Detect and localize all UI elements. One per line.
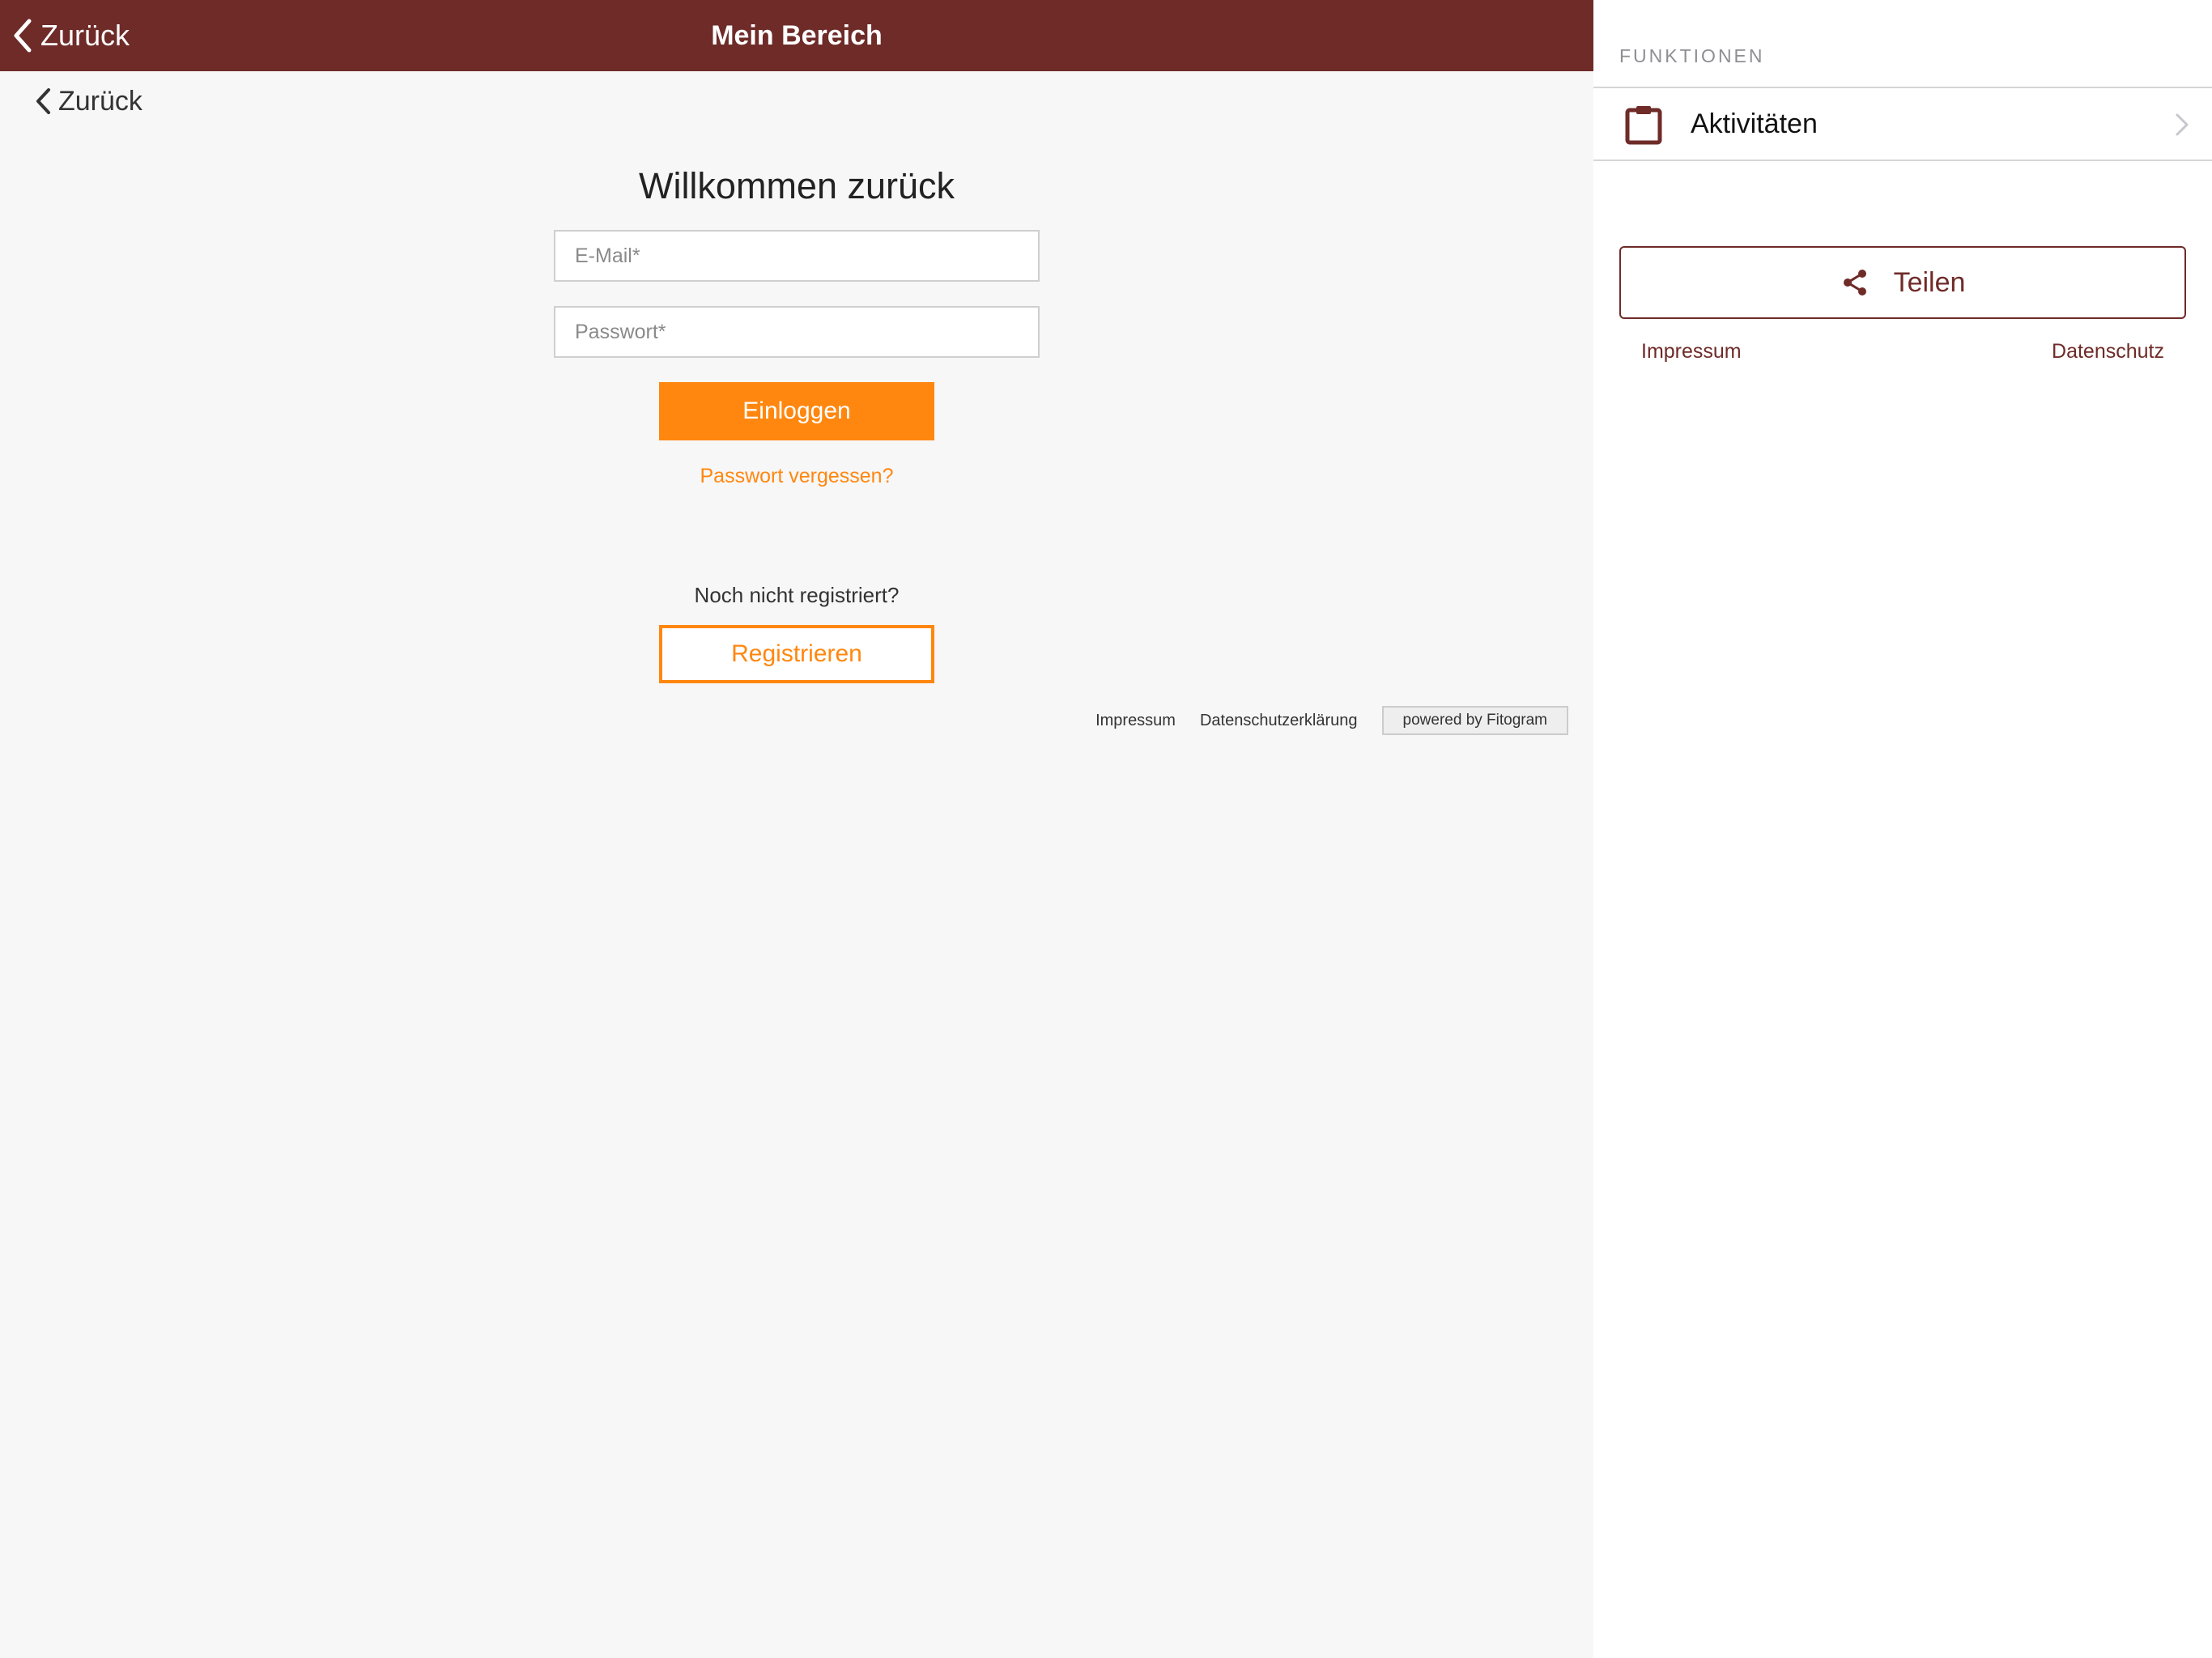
share-icon [1843,270,1866,295]
not-registered-text: Noch nicht registriert? [694,583,900,607]
web-back-button[interactable]: Zurück [34,83,143,120]
email-input[interactable] [554,230,1040,282]
divider [1593,159,2212,161]
clipboard-icon [1625,106,1662,145]
chevron-right-icon [2176,113,2189,136]
section-header: FUNKTIONEN [1619,45,1765,66]
forgot-password-link[interactable]: Passwort vergessen? [0,465,1593,488]
nav-bar: Zurück Mein Bereich [0,0,1593,71]
share-button[interactable]: Teilen [1619,246,2186,319]
page-title: Mein Bereich [711,20,883,51]
password-input[interactable] [554,306,1040,358]
register-button[interactable]: Registrieren [659,625,934,683]
welcome-heading: Willkommen zurück [638,165,955,206]
main-pane: Zurück Mein Bereich Zurück Willkommen zu… [0,0,1593,1658]
powered-by-badge[interactable]: powered by Fitogram [1381,706,1568,735]
chevron-left-icon [36,88,50,114]
footer-impressum-link[interactable]: Impressum [1095,712,1176,730]
share-label: Teilen [1893,266,1966,298]
side-panel: FUNKTIONEN Aktivitäten Teilen Impressum … [1593,0,2212,1658]
web-footer: Impressum Datenschutzerklärung powered b… [1095,706,1568,735]
privacy-link[interactable]: Datenschutz [2052,340,2164,363]
menu-item-aktivitaeten[interactable]: Aktivitäten [1593,88,2212,159]
menu-item-label: Aktivitäten [1691,108,1818,139]
login-button[interactable]: Einloggen [659,382,934,440]
footer-privacy-link[interactable]: Datenschutzerklärung [1200,712,1358,730]
web-back-label: Zurück [58,85,143,117]
impressum-link[interactable]: Impressum [1641,340,1742,363]
